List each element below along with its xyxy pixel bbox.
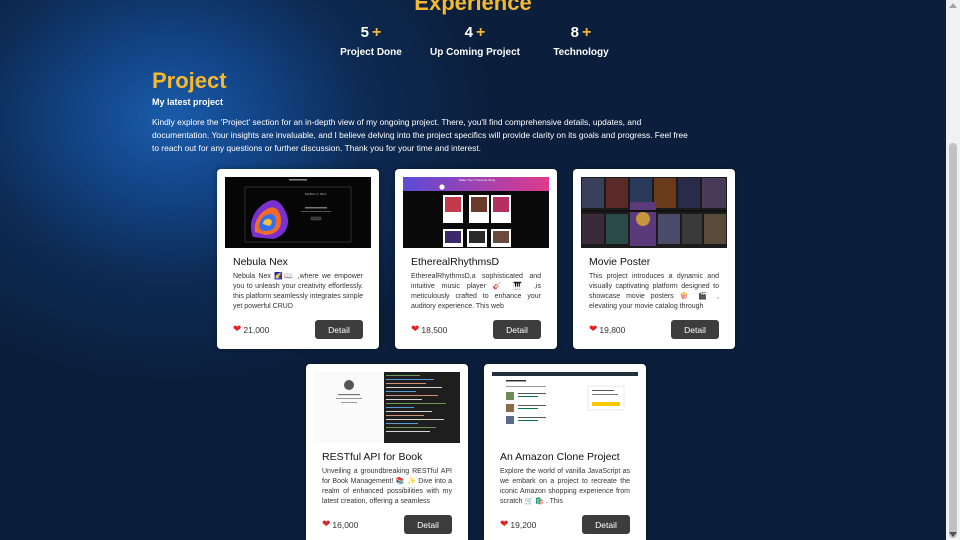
likes-value: 19,200 <box>510 519 537 530</box>
project-section-subtitle: My latest project <box>152 97 224 107</box>
project-title: EtherealRhythmsD <box>411 256 500 268</box>
likes-value: 18,500 <box>421 324 448 335</box>
project-card-amazon-clone: An Amazon Clone Project Explore the worl… <box>484 364 646 540</box>
nebula-nex-screenshot <box>225 177 371 248</box>
amazon-clone-screenshot <box>492 372 638 443</box>
like-count[interactable]: ❤ 21,000 <box>233 324 269 335</box>
stat-technology: 8 + Technology <box>521 24 641 58</box>
project-thumbnail <box>314 372 460 443</box>
project-thumbnail <box>581 177 727 248</box>
project-title: An Amazon Clone Project <box>500 451 620 463</box>
scroll-down-arrow-icon[interactable] <box>949 532 957 537</box>
detail-button[interactable]: Detail <box>582 515 630 534</box>
likes-value: 19,800 <box>599 324 626 335</box>
like-count[interactable]: ❤ 19,800 <box>589 324 625 335</box>
like-count[interactable]: ❤ 18,500 <box>411 324 447 335</box>
likes-value: 16,000 <box>332 519 359 530</box>
stat-upcoming-project: 4 + Up Coming Project <box>415 24 535 58</box>
ethereal-header-text: Make Your 7 Favorite Song <box>459 178 496 182</box>
experience-title: Experience <box>414 0 532 15</box>
project-title: Movie Poster <box>589 256 651 268</box>
scrollbar-thumb[interactable] <box>949 143 957 538</box>
scroll-up-arrow-icon[interactable] <box>949 3 957 8</box>
detail-button[interactable]: Detail <box>671 320 719 339</box>
stat-value: 5 <box>360 24 369 41</box>
stat-project-done: 5 + Project Done <box>311 24 431 58</box>
detail-button[interactable]: Detail <box>315 320 363 339</box>
stat-value: 4 <box>464 24 473 41</box>
project-section-description: Kindly explore the 'Project' section for… <box>152 117 688 153</box>
stat-label: Up Coming Project <box>429 47 520 58</box>
detail-button[interactable]: Detail <box>404 515 452 534</box>
project-description: Unveiling a groundbreaking RESTful API f… <box>322 468 452 505</box>
project-thumbnail: NEBULA NEX <box>225 177 371 248</box>
project-card-movie-poster: Movie Poster This project introduces a d… <box>573 169 735 349</box>
project-description: Nebula Nex 🌠📖 ,where we empower you to u… <box>233 273 363 310</box>
portfolio-page: Experience 5 + Project Done 4 + Up Coming … <box>0 0 946 540</box>
project-thumbnail <box>492 372 638 443</box>
stat-label: Project Done <box>340 47 402 58</box>
heart-icon[interactable]: ❤ <box>233 324 241 335</box>
stat-plus: + <box>582 24 592 41</box>
project-description: This project introduces a dynamic and vi… <box>589 273 719 310</box>
heart-icon[interactable]: ❤ <box>500 519 508 530</box>
project-description: EtherealRhythmsD,a sophisticated and int… <box>411 273 541 310</box>
heart-icon[interactable]: ❤ <box>322 519 330 530</box>
heart-icon[interactable]: ❤ <box>411 324 419 335</box>
project-title: RESTful API for Book <box>322 451 423 463</box>
ethereal-rhythms-screenshot <box>403 177 549 248</box>
stat-plus: + <box>372 24 382 41</box>
project-card-nebula-nex: NEBULA NEX Nebula Nex Nebula Nex 🌠📖 ,whe… <box>217 169 379 349</box>
project-card-ethereal-rhythms: Make Your 7 Favorite Song EtherealRhythm… <box>395 169 557 349</box>
nebula-brand-text: NEBULA NEX <box>305 192 327 196</box>
project-description: Explore the world of vanilla JavaScript … <box>500 468 630 505</box>
likes-value: 21,000 <box>243 324 270 335</box>
project-card-restful-api: RESTful API for Book Unveiling a groundb… <box>306 364 468 540</box>
stat-label: Technology <box>553 47 609 58</box>
heart-icon[interactable]: ❤ <box>589 324 597 335</box>
vertical-scrollbar[interactable] <box>946 0 960 540</box>
project-thumbnail: Make Your 7 Favorite Song <box>403 177 549 248</box>
project-title: Nebula Nex <box>233 256 288 268</box>
like-count[interactable]: ❤ 19,200 <box>500 519 536 530</box>
detail-button[interactable]: Detail <box>493 320 541 339</box>
movie-poster-screenshot <box>581 177 727 248</box>
project-section-title: Project <box>152 68 227 93</box>
stat-value: 8 <box>570 24 579 41</box>
restful-api-screenshot <box>314 372 460 443</box>
like-count[interactable]: ❤ 16,000 <box>322 519 358 530</box>
stat-plus: + <box>476 24 486 41</box>
